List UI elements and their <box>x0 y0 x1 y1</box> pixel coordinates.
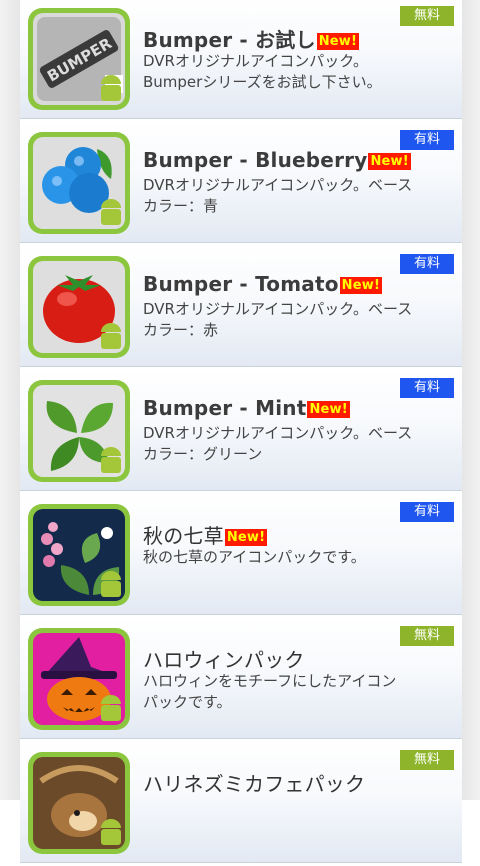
mint-icon <box>27 379 131 483</box>
halloween-icon <box>27 627 131 731</box>
item-title: 秋の七草 New! <box>143 520 462 549</box>
item-title: Bumper - Mint New! <box>143 396 462 420</box>
title-text: ハロウィンパック <box>143 648 305 672</box>
title-text: Bumper - Mint <box>143 396 307 420</box>
price-badge: 無料 <box>400 750 454 770</box>
icon-pack-list: BUMPER 無料 Bumper - お試し New! DVRオリジナルアイコンパ… <box>20 0 462 866</box>
bumper-trial-icon: BUMPER <box>27 7 131 111</box>
item-description: DVRオリジナルアイコンパック。 Bumperシリーズをお試し下さい。 <box>143 52 382 91</box>
new-badge: New! <box>307 401 350 418</box>
list-item[interactable]: 無料 ハリネズミカフェパック <box>20 742 462 863</box>
item-description <box>143 795 462 839</box>
new-badge: New! <box>316 33 360 50</box>
list-item[interactable]: 有料 Bumper - Tomato New! DVRオリジナルアイコンパック。ベ… <box>20 246 462 367</box>
price-badge: 有料 <box>400 130 454 150</box>
title-text: Bumper - Blueberry <box>143 148 368 172</box>
title-text: Bumper - お試し <box>143 28 316 52</box>
list-item[interactable]: 有料 秋の七草 New! 秋の七草のアイコンパックです。 <box>20 494 462 615</box>
title-text: 秋の七草 <box>143 524 224 548</box>
price-badge: 無料 <box>400 626 454 646</box>
title-text: ハリネズミカフェパック <box>143 772 366 796</box>
price-badge: 無料 <box>400 6 454 26</box>
item-title: Bumper - Blueberry New! <box>143 148 462 172</box>
tomato-icon <box>27 255 131 359</box>
new-badge: New! <box>339 277 383 294</box>
right-margin <box>462 0 480 800</box>
autumn-flowers-icon <box>27 503 131 607</box>
hedgehog-cafe-icon <box>27 751 131 855</box>
price-badge: 有料 <box>400 254 454 274</box>
item-title: ハロウィンパック <box>143 644 462 673</box>
list-item[interactable]: 無料 ハロウィンパック ハロウィンをモチーフにしたアイコン パックです。 <box>20 618 462 739</box>
blueberry-icon <box>27 131 131 235</box>
item-title: Bumper - Tomato New! <box>143 272 462 296</box>
new-badge: New! <box>368 153 411 170</box>
list-item[interactable]: 有料 Bumper - Blueberry New! DVRオリジナルアイコンパッ… <box>20 122 462 243</box>
item-title: Bumper - お試し New! <box>143 24 462 53</box>
item-description: DVRオリジナルアイコンパック。ベース カラー：青 <box>143 176 413 215</box>
list-item[interactable]: BUMPER 無料 Bumper - お試し New! DVRオリジナルアイコンパ… <box>20 0 462 119</box>
item-description: DVRオリジナルアイコンパック。ベース カラー：グリーン <box>143 424 413 463</box>
list-item[interactable]: 有料 Bumper - Mint New! DVRオリジナルアイコンパック。ベース… <box>20 370 462 491</box>
item-description: 秋の七草のアイコンパックです。 <box>143 548 366 566</box>
item-description: ハロウィンをモチーフにしたアイコン パックです。 <box>143 672 397 711</box>
item-description: DVRオリジナルアイコンパック。ベース カラー：赤 <box>143 300 413 339</box>
new-badge: New! <box>224 529 268 546</box>
title-text: Bumper - Tomato <box>143 272 339 296</box>
price-badge: 有料 <box>400 378 454 398</box>
left-margin <box>0 0 20 800</box>
item-title: ハリネズミカフェパック <box>143 768 462 797</box>
price-badge: 有料 <box>400 502 454 522</box>
